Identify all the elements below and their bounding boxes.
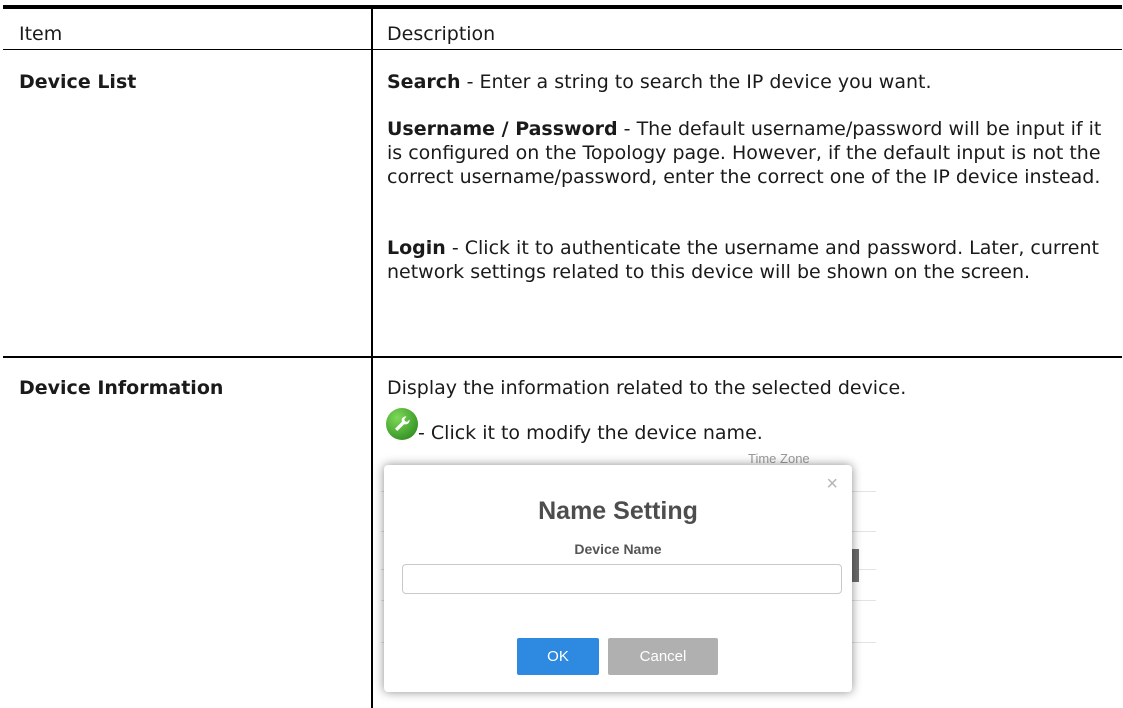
background-dark-block xyxy=(851,549,859,582)
close-icon[interactable]: × xyxy=(826,473,838,496)
name-setting-dialog: × Name Setting Device Name OK Cancel xyxy=(384,465,852,692)
time-zone-label: Time Zone xyxy=(748,451,810,466)
entry-text: - Click it to authenticate the username … xyxy=(387,237,1099,283)
column-divider xyxy=(371,9,373,708)
row-item-device-information: Device Information xyxy=(19,377,224,399)
dialog-title: Name Setting xyxy=(538,497,698,525)
table-top-rule xyxy=(3,5,1122,9)
icon-caption: - Click it to modify the device name. xyxy=(418,422,763,444)
entry-term: Username / Password xyxy=(387,118,618,140)
ok-button[interactable]: OK xyxy=(517,638,599,675)
header-item: Item xyxy=(19,23,63,45)
header-description: Description xyxy=(387,23,496,45)
entry-term: Search xyxy=(387,71,461,93)
cancel-button[interactable]: Cancel xyxy=(608,638,718,675)
entry-search: Search - Enter a string to search the IP… xyxy=(387,70,1122,94)
header-rule xyxy=(3,49,1122,50)
device-information-intro: Display the information related to the s… xyxy=(387,377,907,399)
wrench-glyph xyxy=(395,416,410,431)
entry-term: Login xyxy=(387,237,446,259)
device-name-label: Device Name xyxy=(574,541,662,557)
entry-username-password: Username / Password - The default userna… xyxy=(387,117,1122,189)
device-name-input[interactable] xyxy=(402,564,842,594)
row-rule xyxy=(3,356,1122,358)
entry-login: Login - Click it to authenticate the use… xyxy=(387,236,1122,284)
row-item-device-list: Device List xyxy=(19,71,137,93)
wrench-icon xyxy=(386,408,418,440)
entry-text: - Enter a string to search the IP device… xyxy=(460,71,932,93)
